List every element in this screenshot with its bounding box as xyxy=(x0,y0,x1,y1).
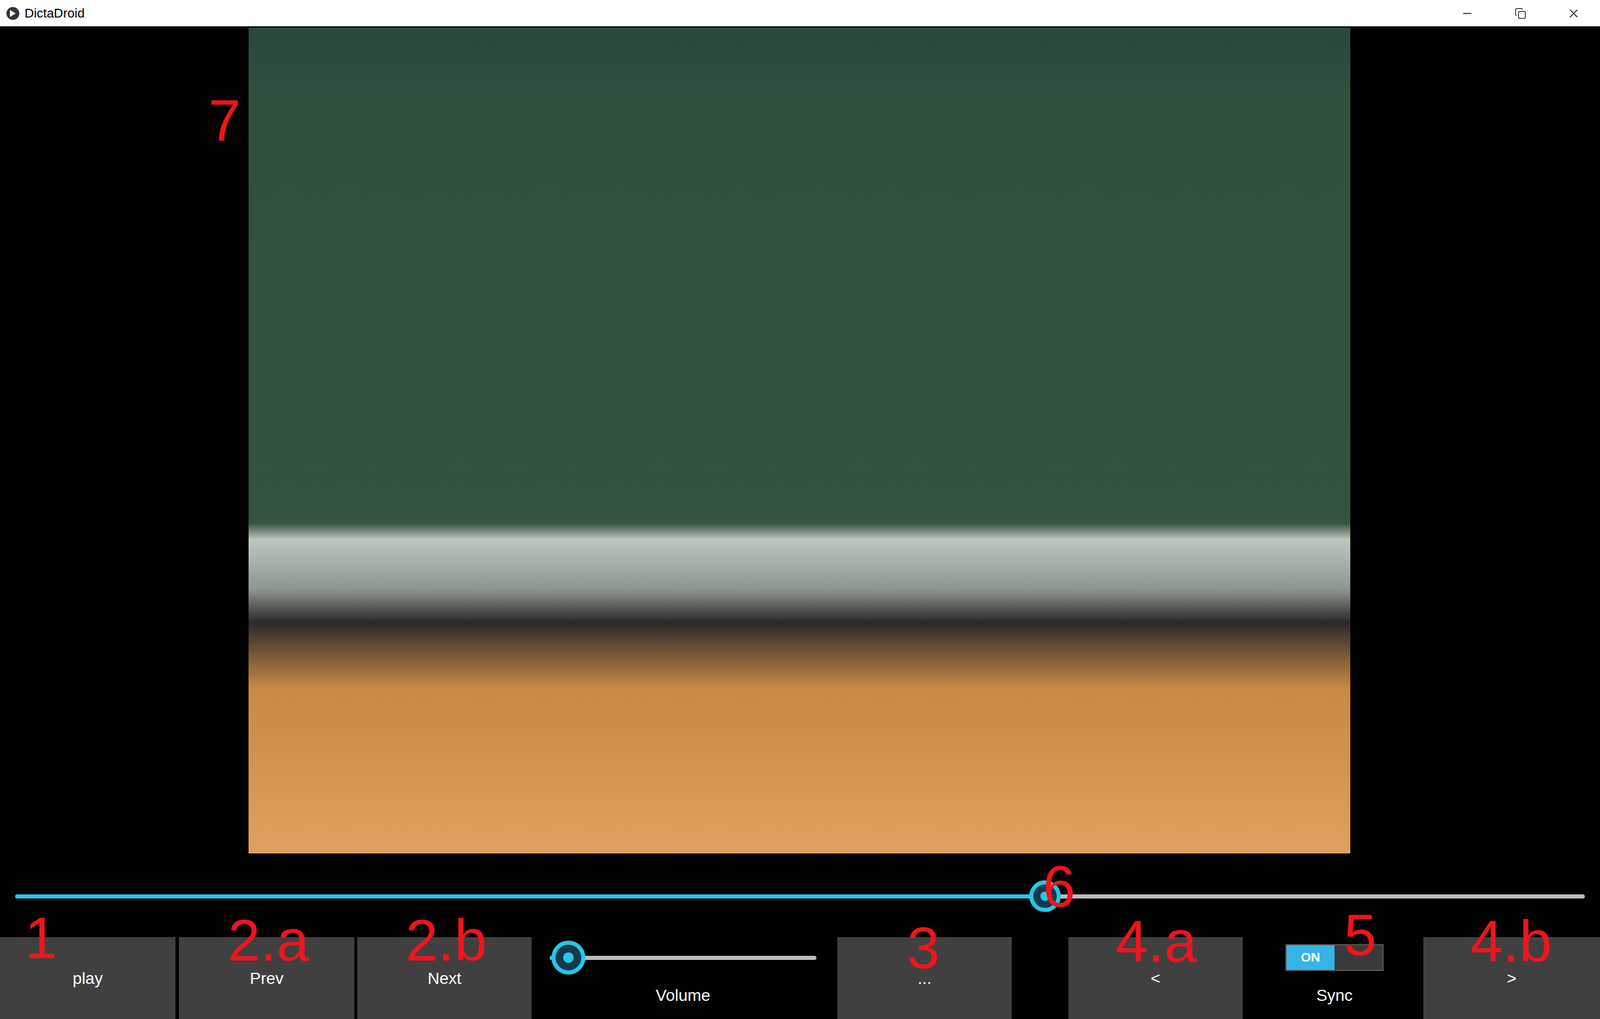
minimize-icon xyxy=(1460,7,1474,20)
toolbar-button[interactable]: < xyxy=(1068,936,1243,1019)
annotation-number: 5 xyxy=(1343,905,1377,964)
app-window: DictaDroid playPrevNext Volume... < ON Sync >1… xyxy=(0,0,1600,1019)
thumb-dot xyxy=(1040,891,1050,901)
volume-track[interactable] xyxy=(549,955,817,960)
restore-button[interactable] xyxy=(1493,0,1547,27)
sync-label: Sync xyxy=(1316,985,1353,1005)
toolbar-button[interactable]: Next xyxy=(357,936,532,1019)
restore-icon xyxy=(1514,7,1527,20)
seek-slider-thumb[interactable] xyxy=(1029,880,1061,912)
sync-switch[interactable]: ON xyxy=(1285,943,1384,971)
seek-slider-track xyxy=(15,894,1585,899)
close-button[interactable] xyxy=(1546,0,1600,27)
annotation-number: 1 xyxy=(24,908,58,967)
toolbar-button[interactable]: play xyxy=(0,936,176,1019)
annotation-number: 4.a xyxy=(1115,911,1197,971)
annotation-number: 3 xyxy=(907,918,940,977)
annotation-number: 2.b xyxy=(405,910,487,970)
photo xyxy=(248,27,1351,854)
seek-slider-fill xyxy=(15,894,1046,899)
seek-slider[interactable] xyxy=(15,881,1585,911)
volume-area xyxy=(549,943,817,971)
close-icon xyxy=(1566,6,1581,21)
annotation-number: 7 xyxy=(208,91,241,150)
switch-on-half: ON xyxy=(1286,945,1335,970)
volume-control: Volume xyxy=(549,936,817,1019)
photo-area xyxy=(0,26,1600,854)
thumb-dot xyxy=(563,952,574,963)
annotation-number: 2.a xyxy=(227,910,309,970)
volume-thumb[interactable] xyxy=(551,940,586,975)
app-logo-icon xyxy=(5,6,20,21)
annotation-number: 6 xyxy=(1042,856,1076,916)
volume-label: Volume xyxy=(655,985,710,1005)
switch-off-half xyxy=(1334,945,1383,970)
toolbar-button[interactable]: > xyxy=(1423,936,1600,1019)
seek-area xyxy=(0,853,1600,937)
sync-control: ON Sync xyxy=(1285,936,1384,1019)
toolbar-button[interactable]: ... xyxy=(837,936,1012,1019)
toolbar: playPrevNext Volume... < ON Sync > xyxy=(0,936,1600,1019)
window-title: DictaDroid xyxy=(24,5,1441,22)
toolbar-button[interactable]: Prev xyxy=(178,936,355,1019)
title-bar: DictaDroid xyxy=(0,0,1600,27)
minimize-button[interactable] xyxy=(1440,0,1494,27)
annotation-number: 4.b xyxy=(1470,911,1552,971)
